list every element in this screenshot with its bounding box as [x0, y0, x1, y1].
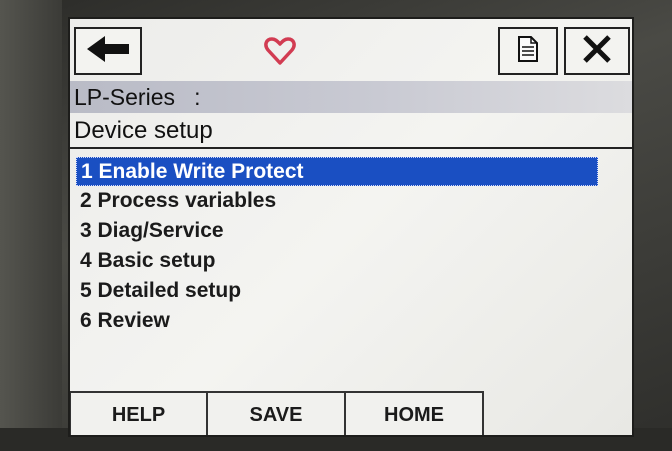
heart-icon: [260, 31, 300, 71]
menu-item-detailed-setup[interactable]: 5 Detailed setup: [76, 276, 598, 306]
save-button[interactable]: SAVE: [208, 391, 346, 435]
device-screen: LP-Series : Device setup 1 Enable Write …: [68, 17, 634, 437]
help-button[interactable]: HELP: [70, 391, 208, 435]
menu-item-basic-setup[interactable]: 4 Basic setup: [76, 246, 598, 276]
bottom-toolbar: HELP SAVE HOME: [70, 391, 632, 435]
menu-item-process-variables[interactable]: 2 Process variables: [76, 186, 598, 216]
device-bezel-left: [0, 0, 62, 451]
home-button[interactable]: HOME: [346, 391, 484, 435]
close-button[interactable]: [564, 27, 630, 75]
screen-title: Device setup: [70, 113, 632, 149]
top-toolbar: [70, 19, 632, 81]
menu-item-review[interactable]: 6 Review: [76, 306, 598, 336]
back-button[interactable]: [74, 27, 142, 75]
device-setup-menu: 1 Enable Write Protect 2 Process variabl…: [76, 157, 598, 336]
document-button[interactable]: [498, 27, 558, 75]
document-icon: [516, 35, 540, 68]
device-title: LP-Series :: [70, 81, 632, 113]
menu-item-diag-service[interactable]: 3 Diag/Service: [76, 216, 598, 246]
menu-item-enable-write-protect[interactable]: 1 Enable Write Protect: [76, 157, 598, 186]
arrow-left-icon: [85, 34, 131, 69]
close-icon: [581, 33, 613, 70]
